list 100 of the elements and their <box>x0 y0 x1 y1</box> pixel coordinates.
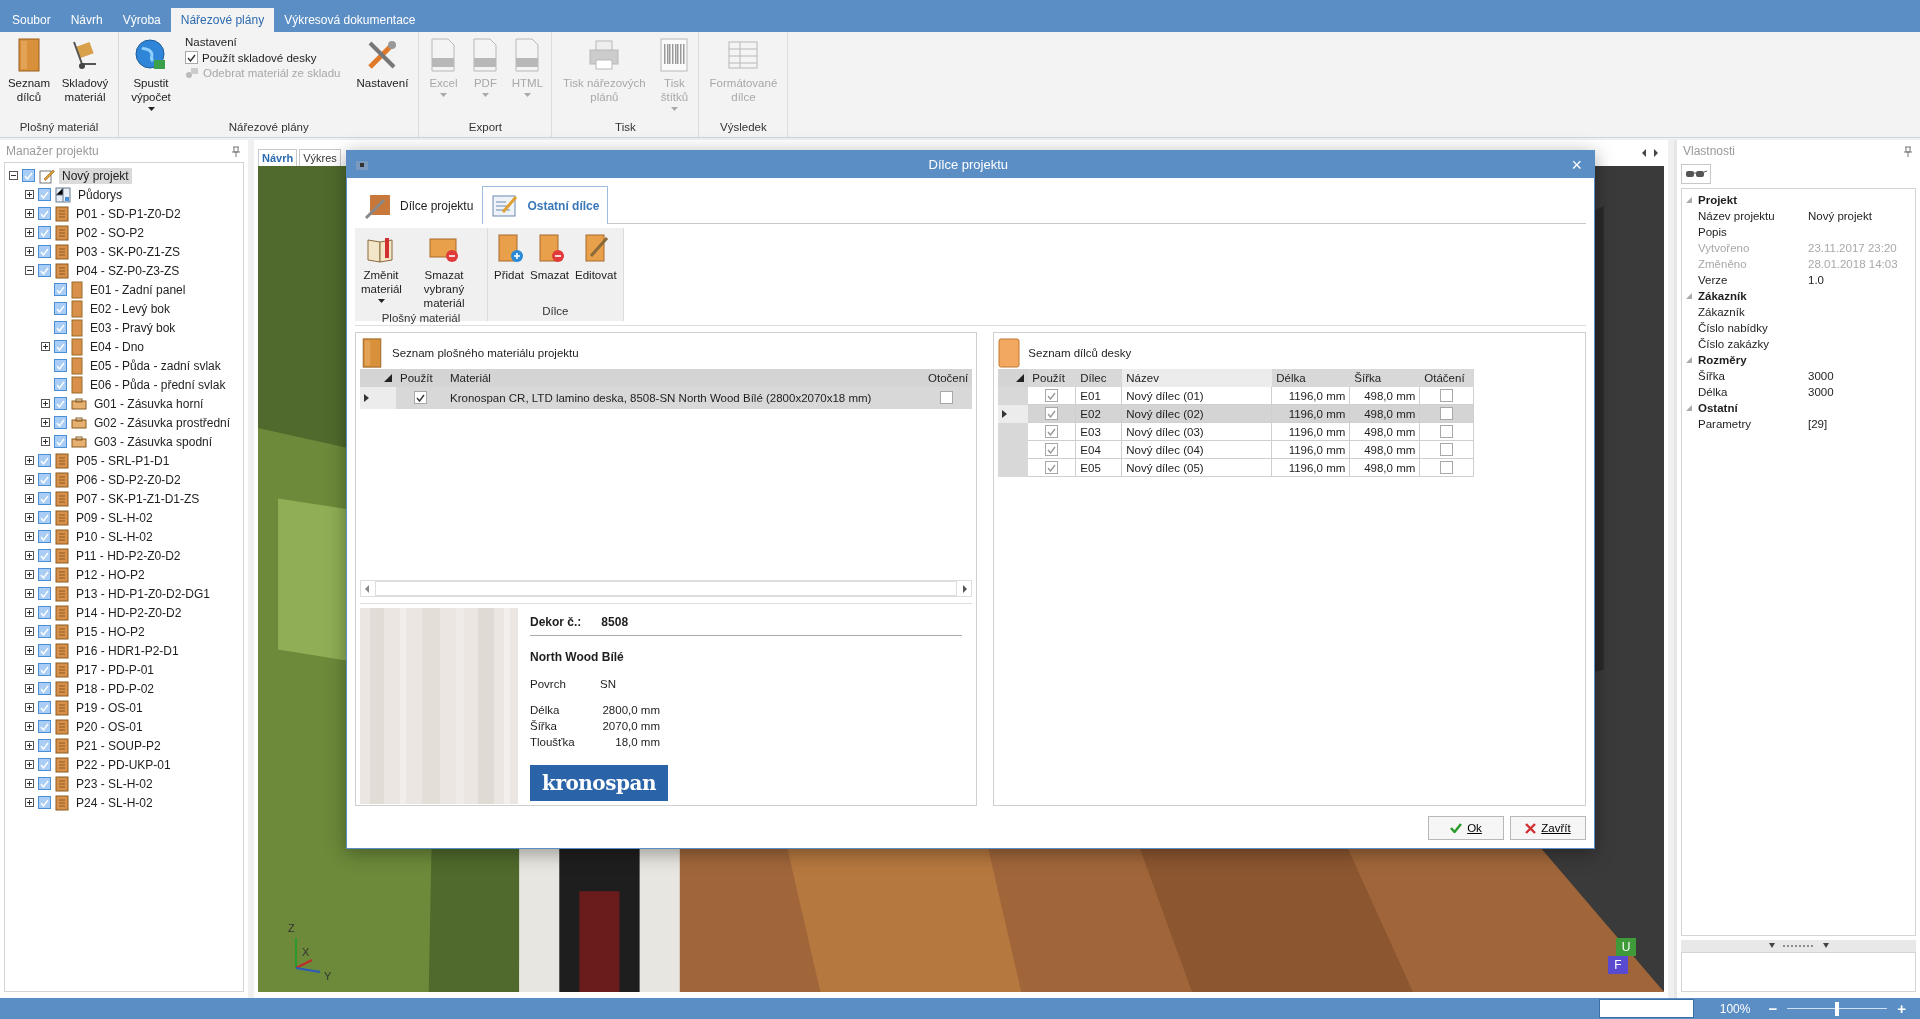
tree-item[interactable]: P15 - HO-P2 <box>73 623 148 640</box>
tree-item[interactable]: P02 - SO-P2 <box>73 224 148 241</box>
tree-item[interactable]: Nový projekt <box>59 167 132 184</box>
checkbox[interactable] <box>38 226 51 239</box>
checkbox[interactable] <box>54 302 67 315</box>
checkbox[interactable] <box>38 207 51 220</box>
pin-icon[interactable] <box>1904 145 1912 157</box>
expand-toggle[interactable] <box>25 760 34 769</box>
expand-toggle[interactable] <box>25 798 34 807</box>
tree-item[interactable]: P18 - PD-P-02 <box>73 680 158 697</box>
collapse-toggle[interactable] <box>9 171 18 180</box>
view-button[interactable] <box>1681 164 1711 184</box>
tree-item[interactable]: E04 - Dno <box>87 338 148 355</box>
expand-toggle[interactable] <box>25 703 34 712</box>
expand-toggle[interactable] <box>41 342 50 351</box>
expand-toggle[interactable] <box>25 741 34 750</box>
checkbox-option[interactable]: Použít skladové desky <box>185 51 341 64</box>
checkbox[interactable] <box>38 568 51 581</box>
checkbox[interactable] <box>38 777 51 790</box>
tree-item[interactable]: P16 - HDR1-P2-D1 <box>73 642 182 659</box>
checkbox[interactable] <box>38 720 51 733</box>
tree-item[interactable]: P01 - SD-P1-Z0-D2 <box>73 205 184 222</box>
expand-toggle[interactable] <box>25 779 34 788</box>
checkbox[interactable] <box>54 378 67 391</box>
checkbox[interactable] <box>54 416 67 429</box>
ribbon-button[interactable]: Seznam dílců <box>4 34 54 104</box>
checkbox[interactable] <box>54 340 67 353</box>
expand-toggle[interactable] <box>25 722 34 731</box>
tree-item[interactable]: P21 - SOUP-P2 <box>73 737 164 754</box>
checkbox[interactable] <box>54 283 67 296</box>
view-tab[interactable]: Výkres <box>299 149 341 166</box>
ribbon-button[interactable]: Spustit výpočet <box>123 34 179 111</box>
expand-toggle[interactable] <box>25 551 34 560</box>
tree-item[interactable]: P12 - HO-P2 <box>73 566 148 583</box>
ribbon-button[interactable]: Skladový materiál <box>56 34 114 104</box>
tree-item[interactable]: P22 - PD-UKP-01 <box>73 756 174 773</box>
tree-item[interactable]: G02 - Zásuvka prostřední <box>91 414 234 431</box>
checkbox[interactable] <box>38 644 51 657</box>
expand-toggle[interactable] <box>25 589 34 598</box>
tree-item[interactable]: P10 - SL-H-02 <box>73 528 156 545</box>
pin-icon[interactable] <box>232 145 240 157</box>
expand-toggle[interactable] <box>25 494 34 503</box>
expand-toggle[interactable] <box>25 456 34 465</box>
expand-toggle[interactable] <box>25 209 34 218</box>
expand-toggle[interactable] <box>25 513 34 522</box>
tree-item[interactable]: P05 - SRL-P1-D1 <box>73 452 173 469</box>
checkbox[interactable] <box>54 359 67 372</box>
expand-toggle[interactable] <box>25 228 34 237</box>
slider-thumb[interactable] <box>1835 1001 1840 1016</box>
expand-toggle[interactable] <box>41 437 50 446</box>
tree-item[interactable]: P11 - HD-P2-Z0-D2 <box>73 547 184 564</box>
checkbox[interactable] <box>54 321 67 334</box>
menu-tab[interactable]: Nářezové plány <box>170 8 275 32</box>
checkbox[interactable] <box>38 758 51 771</box>
expand-toggle[interactable] <box>25 665 34 674</box>
checkbox[interactable] <box>38 245 51 258</box>
expand-toggle[interactable] <box>25 532 34 541</box>
tree-item[interactable]: E02 - Levý bok <box>87 300 174 317</box>
scroll-arrows-icon[interactable] <box>1640 148 1660 158</box>
ribbon-button[interactable]: Nastavení <box>350 34 415 90</box>
expand-toggle[interactable] <box>25 608 34 617</box>
checkbox[interactable] <box>38 473 51 486</box>
tree-item[interactable]: P07 - SK-P1-Z1-D1-ZS <box>73 490 203 507</box>
view-tab[interactable]: Návrh <box>258 149 298 166</box>
collapse-icon[interactable] <box>1686 357 1692 363</box>
checkbox[interactable] <box>38 701 51 714</box>
checkbox[interactable] <box>38 530 51 543</box>
collapse-toggle[interactable] <box>25 266 34 275</box>
tree-item[interactable]: E03 - Pravý bok <box>87 319 179 336</box>
expand-toggle[interactable] <box>25 190 34 199</box>
checkbox[interactable] <box>38 682 51 695</box>
tree-item[interactable]: P14 - HD-P2-Z0-D2 <box>73 604 185 621</box>
tree-item[interactable]: P06 - SD-P2-Z0-D2 <box>73 471 184 488</box>
tree-item[interactable]: E01 - Zadní panel <box>87 281 189 298</box>
expand-toggle[interactable] <box>25 684 34 693</box>
expand-toggle[interactable] <box>25 570 34 579</box>
collapse-icon[interactable] <box>1686 293 1692 299</box>
tree-item[interactable]: E06 - Půda - přední svlak <box>87 376 229 393</box>
checkbox[interactable] <box>38 454 51 467</box>
tree-item[interactable]: P13 - HD-P1-Z0-D2-DG1 <box>73 585 214 602</box>
tree-item[interactable]: P24 - SL-H-02 <box>73 794 156 811</box>
tree-item[interactable]: P23 - SL-H-02 <box>73 775 156 792</box>
checkbox[interactable] <box>38 587 51 600</box>
checkbox[interactable] <box>38 492 51 505</box>
checkbox[interactable] <box>38 264 51 277</box>
tree-item[interactable]: G01 - Zásuvka horní <box>91 395 207 412</box>
checkbox[interactable] <box>38 511 51 524</box>
tree-item[interactable]: P19 - OS-01 <box>73 699 146 716</box>
checkbox[interactable] <box>38 188 51 201</box>
checkbox[interactable] <box>54 397 67 410</box>
expand-toggle[interactable] <box>25 475 34 484</box>
checkbox[interactable] <box>38 549 51 562</box>
checkbox[interactable] <box>38 796 51 809</box>
tree-item[interactable]: E05 - Půda - zadní svlak <box>87 357 224 374</box>
expand-toggle[interactable] <box>25 627 34 636</box>
tree-item[interactable]: P04 - SZ-P0-Z3-ZS <box>73 262 183 279</box>
checkbox[interactable] <box>38 663 51 676</box>
tree-item[interactable]: Půdorys <box>75 186 126 203</box>
zoom-slider[interactable] <box>1787 1001 1888 1016</box>
splitter[interactable] <box>1681 940 1916 952</box>
